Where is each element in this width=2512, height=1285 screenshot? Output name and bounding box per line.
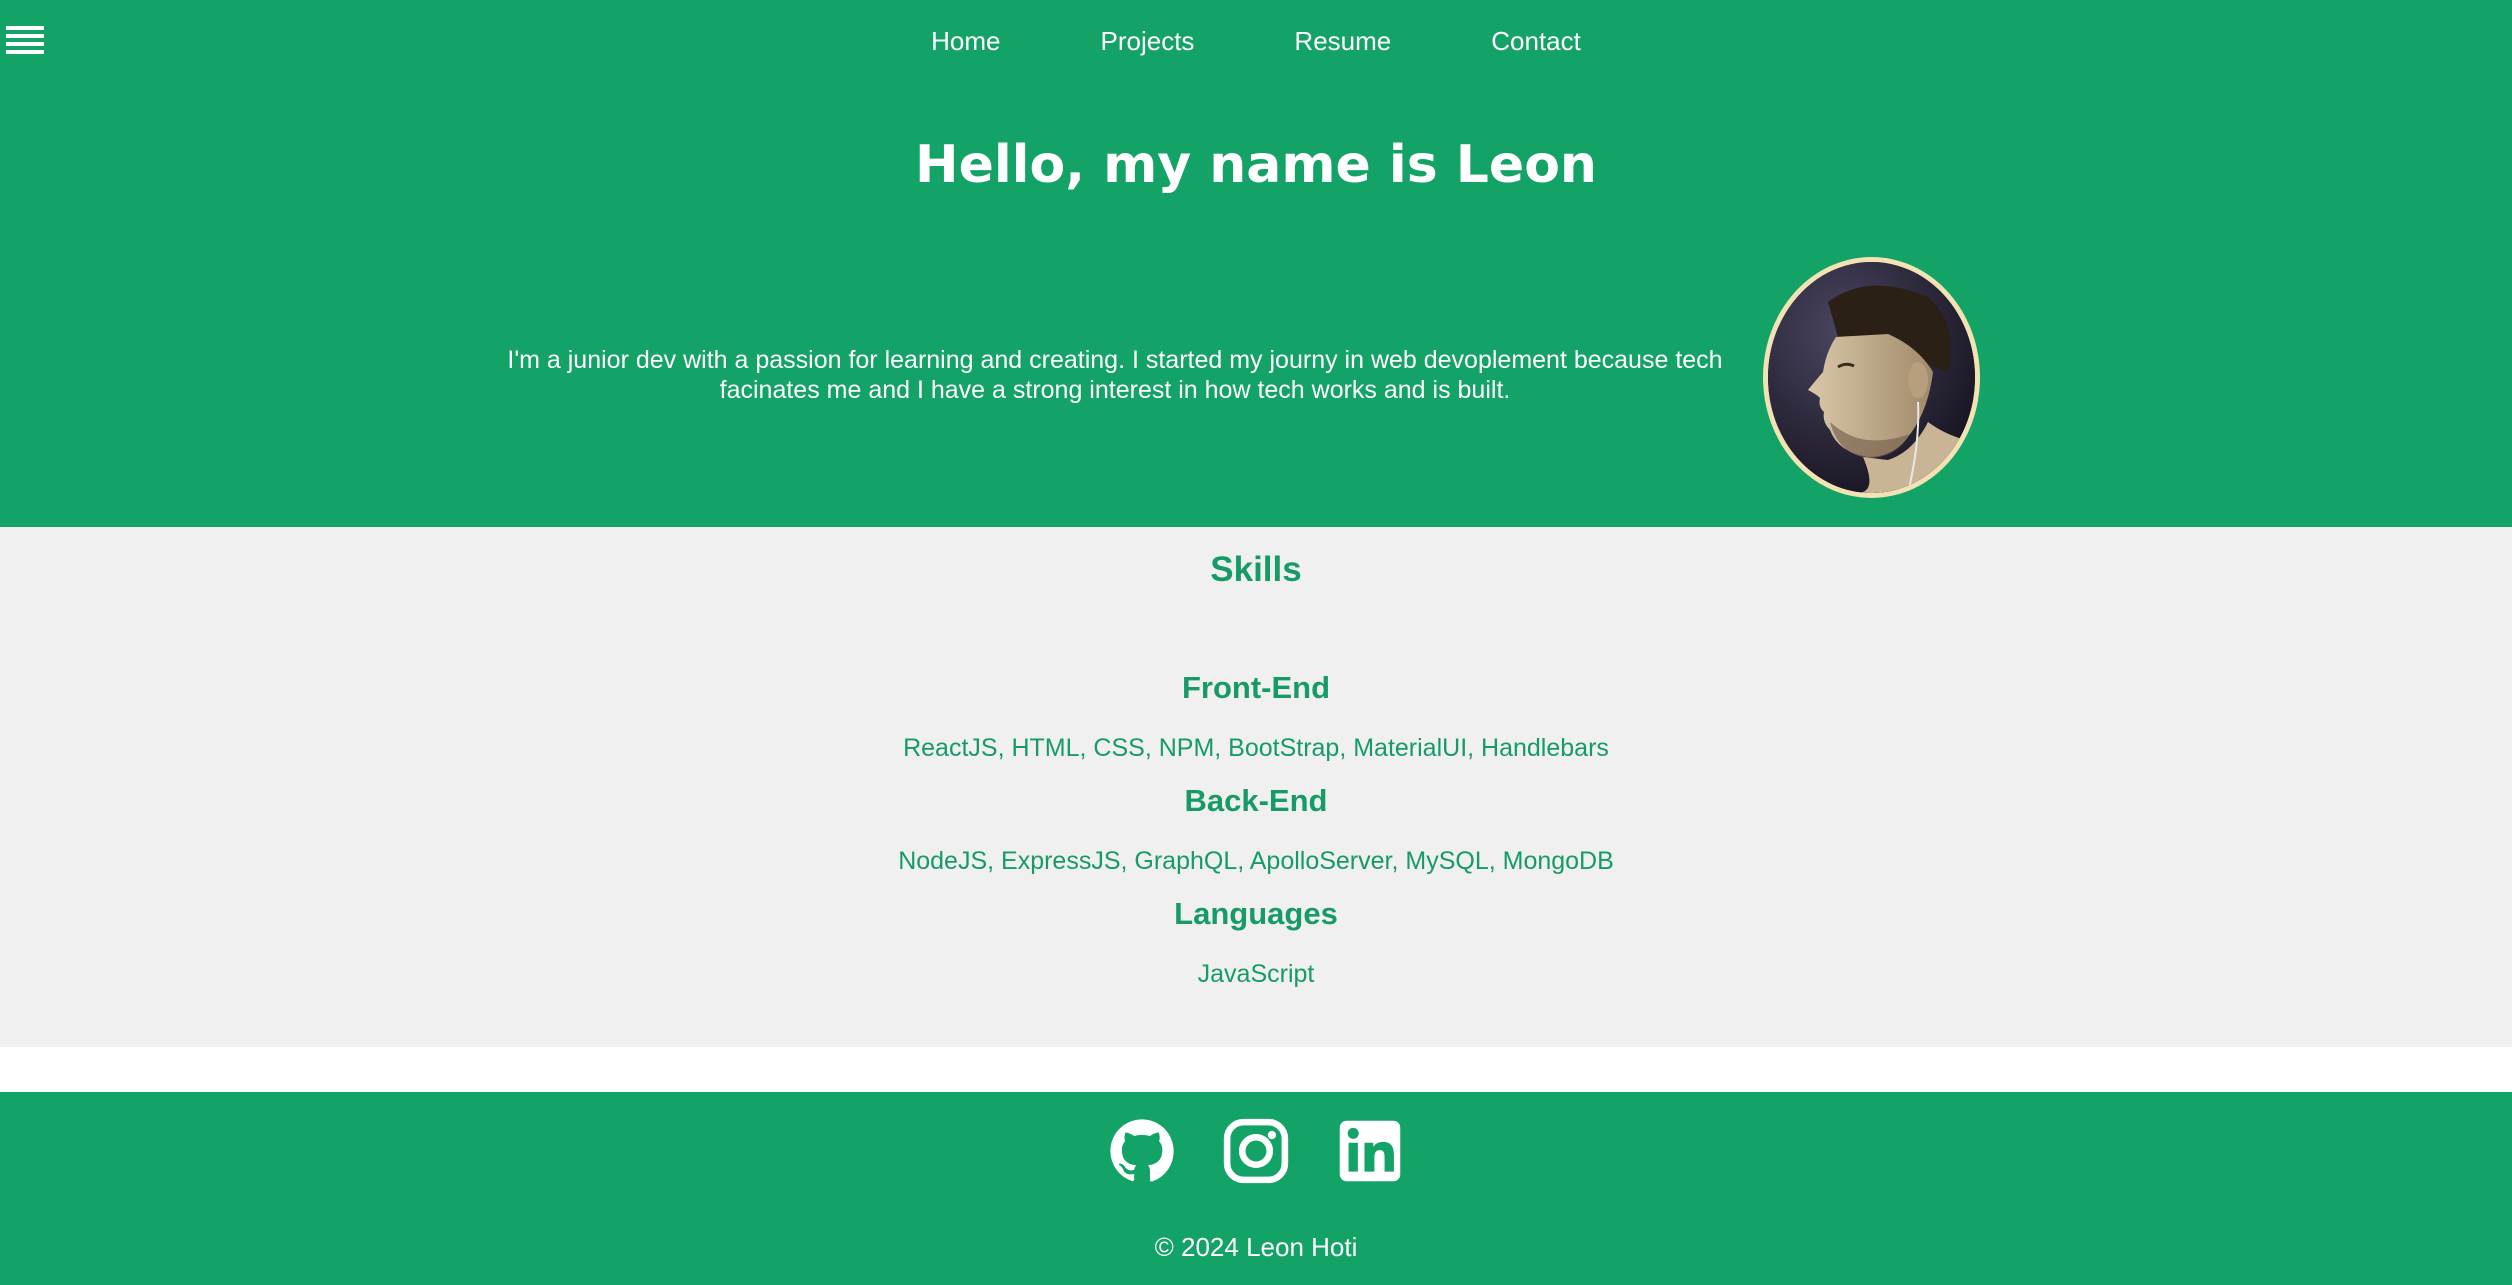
nav-link-contact[interactable]: Contact xyxy=(1431,26,1581,57)
instagram-icon[interactable] xyxy=(1223,1118,1289,1184)
social-links xyxy=(0,1118,2512,1184)
copyright-text: © 2024 Leon Hoti xyxy=(1154,1232,1358,1262)
nav-link-projects[interactable]: Projects xyxy=(1041,26,1195,57)
skill-group-items-backend: NodeJS, ExpressJS, GraphQL, ApolloServer… xyxy=(898,847,1614,875)
skill-group-title-backend: Back-End xyxy=(1184,783,1328,818)
page-title: Hello, my name is Leon xyxy=(915,135,1597,195)
skills-title: Skills xyxy=(1210,550,1302,589)
main-nav: Home Projects Resume Contact xyxy=(0,26,2512,57)
nav-link-home[interactable]: Home xyxy=(931,26,1000,57)
github-icon[interactable] xyxy=(1109,1118,1175,1184)
skill-group-items-languages: JavaScript xyxy=(1197,960,1315,988)
skill-group-title-frontend: Front-End xyxy=(1181,670,1331,705)
skill-group-items-frontend: ReactJS, HTML, CSS, NPM, BootStrap, Mate… xyxy=(903,734,1609,762)
linkedin-icon[interactable] xyxy=(1337,1118,1403,1184)
nav-link-resume[interactable]: Resume xyxy=(1234,26,1391,57)
skills-section: Skills Front-End ReactJS, HTML, CSS, NPM… xyxy=(0,527,2512,1047)
avatar xyxy=(1763,257,1980,498)
hero-header: Home Projects Resume Contact Hello, my n… xyxy=(0,0,2512,527)
footer: © 2024 Leon Hoti xyxy=(0,1092,2512,1285)
profile-photo xyxy=(1768,262,1975,493)
intro-text: I'm a junior dev with a passion for lear… xyxy=(507,346,1723,404)
skill-group-title-languages: Languages xyxy=(1174,896,1338,931)
